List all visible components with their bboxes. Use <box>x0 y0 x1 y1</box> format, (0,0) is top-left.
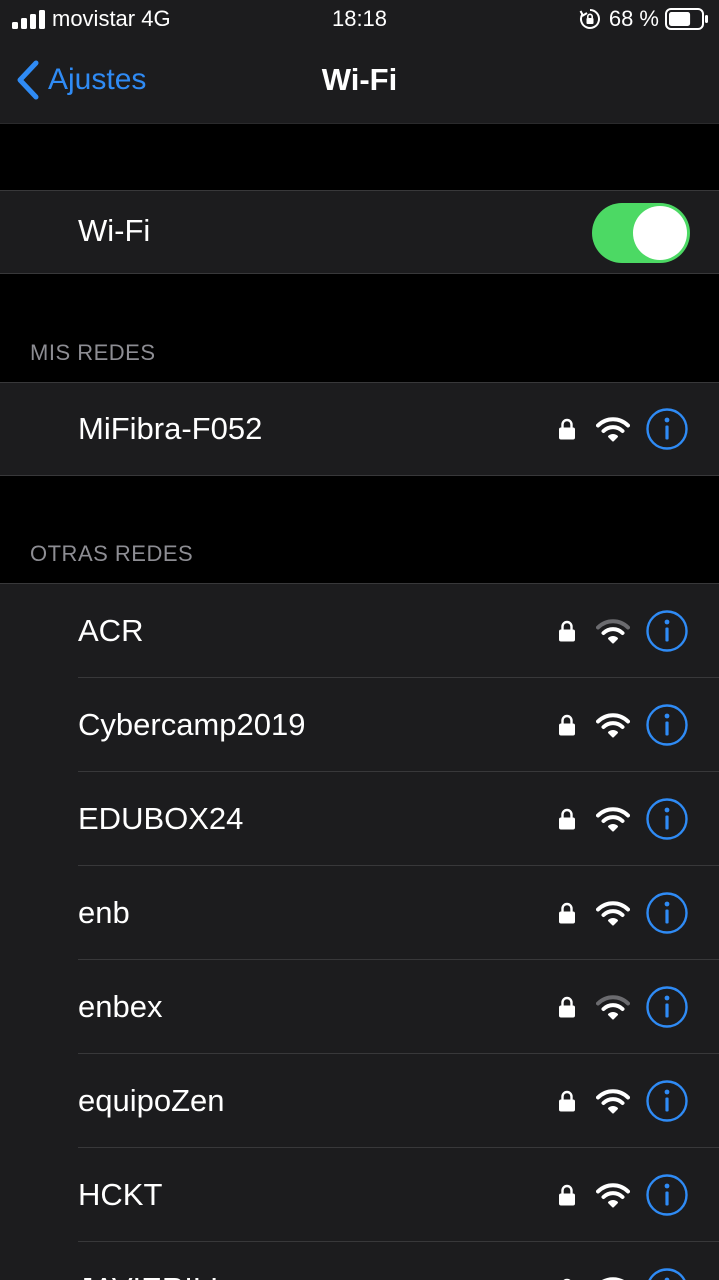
info-button[interactable] <box>645 703 689 747</box>
network-row[interactable]: ACR <box>0 584 719 678</box>
wifi-icon <box>596 619 630 644</box>
lock-icon <box>559 418 575 440</box>
right-status-group: 68 % <box>579 5 709 33</box>
lock-icon <box>559 714 575 736</box>
wifi-icon <box>596 417 630 442</box>
network-name: enb <box>78 895 130 930</box>
network-name: enbex <box>78 989 163 1024</box>
wifi-icon <box>596 995 630 1020</box>
page-title: Wi-Fi <box>321 62 398 97</box>
network-name: HCKT <box>78 1177 163 1212</box>
lock-icon <box>559 1090 575 1112</box>
wifi-settings-screen: movistar 4G 18:18 68 % Ajustes Wi-Fi Wi-… <box>0 0 719 1280</box>
section-header-other-networks: OTRAS REDES <box>30 541 194 566</box>
network-name: equipoZen <box>78 1083 225 1118</box>
network-name: JAVIERILL <box>78 1271 227 1280</box>
network-row[interactable]: HCKT <box>0 1148 719 1242</box>
lock-icon <box>559 1184 575 1206</box>
toggle-knob <box>633 206 687 260</box>
wifi-icon <box>596 1183 630 1208</box>
network-name: MiFibra-F052 <box>78 411 263 446</box>
info-button[interactable] <box>645 797 689 841</box>
info-button[interactable] <box>645 1079 689 1123</box>
wifi-icon <box>602 1277 624 1280</box>
lock-icon <box>559 902 575 924</box>
battery-icon <box>665 8 708 30</box>
navigation-bar: Ajustes Wi-Fi <box>0 40 719 124</box>
wifi-icon <box>596 807 630 832</box>
info-button[interactable] <box>645 1267 689 1280</box>
divider <box>0 273 719 274</box>
network-row[interactable]: enbex <box>0 960 719 1054</box>
network-row[interactable]: EDUBOX24 <box>0 772 719 866</box>
wifi-toggle-switch[interactable] <box>592 203 690 263</box>
info-button[interactable] <box>645 985 689 1029</box>
info-button[interactable] <box>645 891 689 935</box>
network-row[interactable]: Cybercamp2019 <box>0 678 719 772</box>
lock-icon <box>559 620 575 642</box>
status-bar: movistar 4G 18:18 68 % <box>0 0 719 40</box>
wifi-icon <box>596 901 630 926</box>
divider <box>0 475 719 476</box>
network-name: ACR <box>78 613 144 648</box>
network-row[interactable]: MiFibra-F052 <box>0 383 719 475</box>
lock-icon <box>559 808 575 830</box>
rotation-lock-icon <box>579 9 600 29</box>
network-row[interactable]: JAVIERILL <box>0 1242 719 1280</box>
lock-icon <box>559 996 575 1018</box>
wifi-toggle-label: Wi-Fi <box>78 213 151 248</box>
network-name: Cybercamp2019 <box>78 707 306 742</box>
wifi-icon <box>596 713 630 738</box>
network-row[interactable]: equipoZen <box>0 1054 719 1148</box>
battery-percent: 68 % <box>608 6 659 31</box>
info-button[interactable] <box>645 1173 689 1217</box>
network-row[interactable]: enb <box>0 866 719 960</box>
section-header-my-networks: MIS REDES <box>30 340 156 365</box>
info-button[interactable] <box>645 407 689 451</box>
wifi-toggle-cell: Wi-Fi <box>0 191 719 273</box>
wifi-icon <box>596 1089 630 1114</box>
info-button[interactable] <box>645 609 689 653</box>
network-name: EDUBOX24 <box>78 801 244 836</box>
